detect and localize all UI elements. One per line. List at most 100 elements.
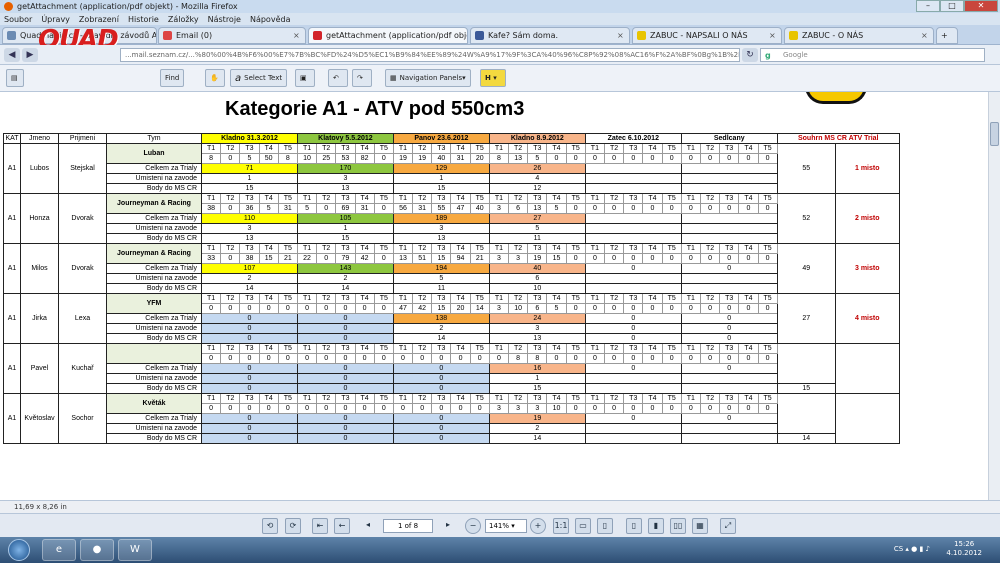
celkem-cell: 19 xyxy=(488,413,586,424)
t-label: T1 xyxy=(488,143,510,154)
sync-icon[interactable]: ⟳ xyxy=(285,518,301,534)
celkem-cell: 194 xyxy=(392,263,490,274)
score-cell: 0 xyxy=(565,253,586,264)
body-cell: 0 xyxy=(296,383,394,394)
maximize-button[interactable]: □ xyxy=(940,0,964,12)
score-cell: 0 xyxy=(719,353,740,364)
body-cell: 13 xyxy=(201,233,298,244)
t-label: T2 xyxy=(316,193,337,204)
back-icon[interactable]: ◀ xyxy=(4,48,20,62)
table-header-row: KAT Jmeno Prijmeni Tym Kladno 31.3.2012 Klato… xyxy=(3,133,900,144)
t-label: T2 xyxy=(412,243,433,254)
score-cell: 0 xyxy=(258,303,279,314)
t-label: T1 xyxy=(200,193,222,204)
tab-label: ZABUC - NAPSALI O NÁS xyxy=(650,31,748,40)
tab-close-icon[interactable]: × xyxy=(293,31,302,40)
menu-item-1[interactable]: Úpravy xyxy=(41,15,70,24)
minimize-button[interactable]: – xyxy=(916,0,940,12)
tab-close-icon[interactable]: × xyxy=(921,31,930,40)
page-number-input[interactable]: 1 of 8 xyxy=(383,519,433,533)
t-label: T2 xyxy=(508,243,529,254)
fit-width-icon[interactable]: ▭ xyxy=(575,518,591,534)
t-label: T1 xyxy=(392,193,414,204)
scroll-thumb[interactable] xyxy=(990,122,999,146)
tab-5[interactable]: ZABUC - O NÁS × xyxy=(784,27,934,44)
body-cell xyxy=(584,233,682,244)
reload-icon[interactable]: ↻ xyxy=(742,48,758,62)
start-button[interactable] xyxy=(8,539,30,561)
row-label: Body do MS CR xyxy=(106,333,202,344)
ie-icon[interactable]: e xyxy=(42,539,76,561)
fullscreen-icon[interactable]: ⤢ xyxy=(720,518,736,534)
search-input[interactable]: g Google xyxy=(760,48,985,62)
thumbnails-icon[interactable]: ▦ xyxy=(692,518,708,534)
t-label: T3 xyxy=(623,343,644,354)
forward-icon[interactable]: ▶ xyxy=(22,48,38,62)
menu-item-6[interactable]: Nápověda xyxy=(250,15,291,24)
menu-item-0[interactable]: Soubor xyxy=(4,15,32,24)
word-icon[interactable]: W xyxy=(118,539,152,561)
score-cell: 0 xyxy=(757,303,778,314)
t-label: T1 xyxy=(392,343,414,354)
t-label: T3 xyxy=(719,293,740,304)
menu-item-3[interactable]: Historie xyxy=(128,15,159,24)
language-indicator[interactable]: CS xyxy=(894,545,903,553)
previous-page-icon[interactable]: ← xyxy=(334,518,350,534)
next-arrow-icon[interactable]: ▸ xyxy=(440,518,456,534)
menu-item-2[interactable]: Zobrazení xyxy=(79,15,119,24)
find-button[interactable]: Find xyxy=(160,69,185,87)
rotate-left-icon[interactable]: ↶ xyxy=(328,69,348,87)
prev-arrow-icon[interactable]: ◂ xyxy=(360,518,376,534)
close-button[interactable]: ✕ xyxy=(964,0,998,12)
navigation-panels-button[interactable]: ▦ Navigation Panels ▾ xyxy=(385,69,471,87)
menu-item-4[interactable]: Záložky xyxy=(168,15,199,24)
menu-item-5[interactable]: Nástroje xyxy=(208,15,241,24)
t-label: T5 xyxy=(469,243,490,254)
umisteni-cell xyxy=(680,173,778,184)
new-tab-button[interactable]: + xyxy=(936,27,958,44)
tab-3[interactable]: Kafe? Sám doma. × xyxy=(470,27,630,44)
save-icon[interactable]: ▤ xyxy=(6,69,24,87)
tab-2[interactable]: getAttachment (application/pdf obje...× xyxy=(308,27,468,44)
t-label: T5 xyxy=(661,243,682,254)
refresh-icon[interactable]: ⟲ xyxy=(262,518,278,534)
rotate-right-icon[interactable]: ↷ xyxy=(352,69,372,87)
firefox-taskbar-icon[interactable]: ● xyxy=(80,539,114,561)
tab-4[interactable]: ZABUC - NAPSALI O NÁS × xyxy=(632,27,782,44)
vertical-scrollbar[interactable] xyxy=(988,92,1000,500)
facing-icon[interactable]: ▯▯ xyxy=(670,518,686,534)
body-cell: 14 xyxy=(392,333,490,344)
tab-close-icon[interactable]: × xyxy=(769,31,778,40)
score-cell: 0 xyxy=(699,353,721,364)
score-cell: 3 xyxy=(488,303,510,314)
clock[interactable]: 15:26 4.10.2012 xyxy=(946,540,982,558)
zoom-select[interactable]: 141% ▾ xyxy=(485,519,527,533)
first-page-icon[interactable]: ⇤ xyxy=(312,518,328,534)
zoom-out-icon[interactable]: − xyxy=(465,518,481,534)
kat-cell: A1 xyxy=(3,293,21,344)
tab-close-icon[interactable]: × xyxy=(617,31,626,40)
celkem-cell: 0 xyxy=(680,363,778,374)
fit-page-icon[interactable]: ▯ xyxy=(597,518,613,534)
continuous-icon[interactable]: ▮ xyxy=(648,518,664,534)
highlight-icon[interactable]: H ▾ xyxy=(480,69,506,87)
url-bar[interactable]: ...mail.seznam.cz/...%80%00%4B%F6%00%E7%… xyxy=(120,48,740,62)
snapshot-icon[interactable]: ▣ xyxy=(295,69,315,87)
select-text-button[interactable]: a Select Text xyxy=(230,69,288,87)
score-cell: 50 xyxy=(258,153,279,164)
tab-label: Kafe? Sám doma. xyxy=(488,31,559,40)
single-page-icon[interactable]: ▯ xyxy=(626,518,642,534)
t-label: T5 xyxy=(565,393,586,404)
jmeno-cell: Jirka xyxy=(20,293,59,344)
row-label: Celkem za Trialy xyxy=(106,363,202,374)
zoom-in-icon[interactable]: + xyxy=(530,518,546,534)
summary-points xyxy=(776,393,836,434)
hand-tool-icon[interactable]: ✋ xyxy=(205,69,225,87)
prijmeni-cell: Sochor xyxy=(58,393,107,444)
t-label: T1 xyxy=(584,243,605,254)
actual-size-icon[interactable]: 1:1 xyxy=(553,518,569,534)
score-cell: 40 xyxy=(431,153,452,164)
t-label: T5 xyxy=(277,393,298,404)
score-cell: 0 xyxy=(661,403,682,414)
score-cell: 0 xyxy=(354,353,375,364)
